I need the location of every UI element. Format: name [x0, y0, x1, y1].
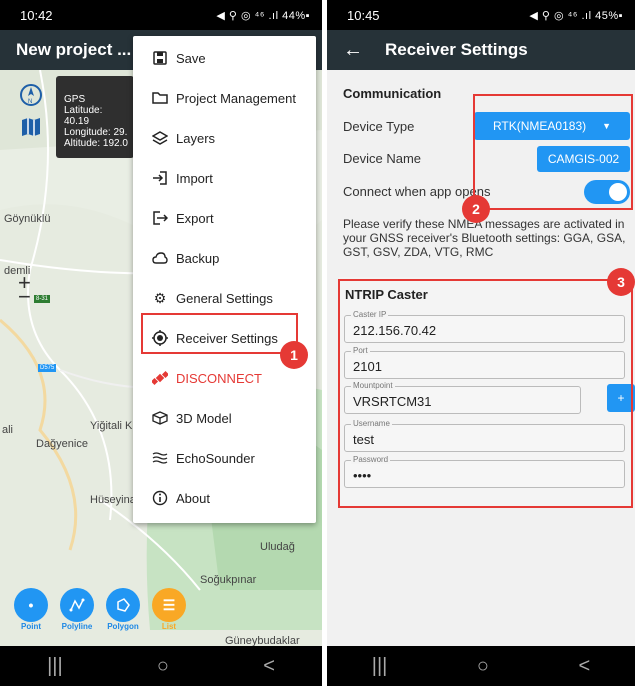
status-time: 10:42 — [20, 7, 53, 23]
highlight-box-ntrip — [338, 279, 633, 508]
layers-icon — [150, 131, 170, 145]
zoom-out-button[interactable]: − — [18, 284, 31, 310]
recent-apps-button[interactable]: ||| — [372, 655, 388, 678]
cube-icon — [150, 411, 170, 425]
menu-item-label: EchoSounder — [176, 450, 255, 466]
menu-item-import[interactable]: Import — [133, 158, 316, 198]
info-icon — [150, 490, 170, 506]
svg-text:N: N — [28, 99, 32, 105]
status-icons: ◀ ⚲ ◎ ⁴⁶ .ıl 45%▪ — [529, 9, 623, 22]
map-icon — [22, 118, 40, 136]
status-icons: ◀ ⚲ ◎ ⁴⁶ .ıl 44%▪ — [216, 9, 310, 22]
menu-item-project-management[interactable]: Project Management — [133, 78, 316, 118]
callout-badge-3: 3 — [607, 268, 635, 296]
tool-label: Point — [21, 622, 41, 631]
menu-item-label: Import — [176, 170, 213, 186]
map-label: ali — [2, 424, 14, 436]
phone-right-screen: 10:45 ◀ ⚲ ◎ ⁴⁶ .ıl 45%▪ ← Receiver Setti… — [327, 0, 635, 686]
gps-latitude: Latitude: 40.19 — [64, 105, 103, 127]
map-label: Uludağ — [260, 541, 295, 553]
menu-item-label: Backup — [176, 250, 220, 266]
polygon-tool-button[interactable]: Polygon — [106, 588, 140, 631]
communication-title: Communication — [343, 86, 442, 101]
back-arrow-icon[interactable]: ← — [343, 39, 363, 62]
compass-button[interactable]: N — [18, 82, 44, 108]
menu-item-label: DISCONNECT — [176, 370, 262, 386]
gear-icon: ⚙ — [153, 289, 167, 306]
cloud-icon — [150, 251, 170, 265]
map-label: Yiğitali K — [90, 420, 133, 432]
app-bar: ← Receiver Settings — [327, 30, 635, 70]
compass-icon: N — [20, 84, 42, 106]
list-tool-button[interactable]: ☰ List — [152, 588, 186, 631]
status-bar: 10:45 ◀ ⚲ ◎ ⁴⁶ .ıl 45%▪ — [327, 0, 635, 30]
device-name-label: Device Name — [343, 151, 422, 166]
export-icon — [150, 211, 170, 225]
home-button[interactable]: ○ — [157, 655, 169, 678]
menu-item-label: General Settings — [176, 290, 273, 306]
menu-item-general-settings[interactable]: ⚙ General Settings — [133, 278, 316, 318]
callout-badge-2: 2 — [462, 195, 490, 223]
folder-icon — [150, 91, 170, 105]
menu-item-label: 3D Model — [176, 410, 232, 426]
page-title: Receiver Settings — [385, 40, 528, 59]
tool-label: List — [161, 622, 177, 631]
tool-label: Polygon — [107, 622, 139, 631]
nmea-note: Please verify these NMEA messages are ac… — [343, 217, 626, 259]
recent-apps-button[interactable]: ||| — [47, 655, 63, 678]
road-shield: D575 — [38, 364, 57, 372]
list-icon: ☰ — [152, 588, 186, 622]
overflow-menu: Save Project Management Layers Import Ex… — [133, 36, 316, 523]
wave-icon — [150, 451, 170, 465]
menu-item-layers[interactable]: Layers — [133, 118, 316, 158]
menu-item-about[interactable]: About — [133, 478, 316, 518]
polyline-tool-button[interactable]: Polyline — [60, 588, 94, 631]
gps-longitude: Longitude: 29. — [64, 127, 128, 138]
save-icon — [150, 51, 170, 65]
map-label: Hüseyina — [90, 494, 136, 506]
menu-item-export[interactable]: Export — [133, 198, 316, 238]
back-button[interactable]: < — [579, 655, 591, 678]
callout-badge-1: 1 — [280, 341, 308, 369]
import-icon — [150, 171, 170, 185]
tool-label: Polyline — [61, 622, 93, 631]
satellite-icon — [150, 370, 170, 386]
map-label: Soğukpınar — [200, 574, 257, 586]
home-button[interactable]: ○ — [477, 655, 489, 678]
map-label: Göynüklü — [4, 213, 51, 225]
menu-item-label: Save — [176, 50, 206, 66]
drawing-toolbar: • Point Polyline Polygon ☰ List — [14, 588, 186, 631]
polyline-icon — [60, 588, 94, 622]
road-shield: 8-31 — [34, 295, 51, 303]
status-time: 10:45 — [347, 7, 380, 23]
map-label: Dağyenice — [36, 438, 88, 450]
menu-item-label: Export — [176, 210, 214, 226]
phone-left-screen: 10:42 ◀ ⚲ ◎ ⁴⁶ .ıl 44%▪ New project ... … — [0, 0, 322, 686]
point-icon: • — [14, 588, 48, 622]
menu-item-echosounder[interactable]: EchoSounder — [133, 438, 316, 478]
menu-item-label: Layers — [176, 130, 216, 146]
basemap-button[interactable] — [18, 114, 44, 140]
device-type-label: Device Type — [343, 119, 415, 134]
back-button[interactable]: < — [263, 655, 275, 678]
gps-title: GPS — [64, 94, 86, 105]
highlight-box-receiver-settings — [141, 313, 298, 354]
gps-altitude: Altitude: 192.0 — [64, 138, 128, 149]
project-title: New project ... — [16, 40, 132, 59]
system-nav-bar: ||| ○ < — [0, 646, 322, 686]
status-bar: 10:42 ◀ ⚲ ◎ ⁴⁶ .ıl 44%▪ — [0, 0, 322, 30]
menu-item-3d-model[interactable]: 3D Model — [133, 398, 316, 438]
map-label: Güneybudaklar — [225, 635, 300, 646]
highlight-box-communication — [473, 94, 633, 210]
menu-item-label: About — [176, 490, 210, 506]
gps-info-panel: GPS Latitude: 40.19 Longitude: 29. Altit… — [56, 76, 134, 158]
menu-item-label: Project Management — [176, 90, 296, 106]
menu-item-backup[interactable]: Backup — [133, 238, 316, 278]
menu-item-save[interactable]: Save — [133, 38, 316, 78]
system-nav-bar: ||| ○ < — [327, 646, 635, 686]
polygon-icon — [106, 588, 140, 622]
point-tool-button[interactable]: • Point — [14, 588, 48, 631]
